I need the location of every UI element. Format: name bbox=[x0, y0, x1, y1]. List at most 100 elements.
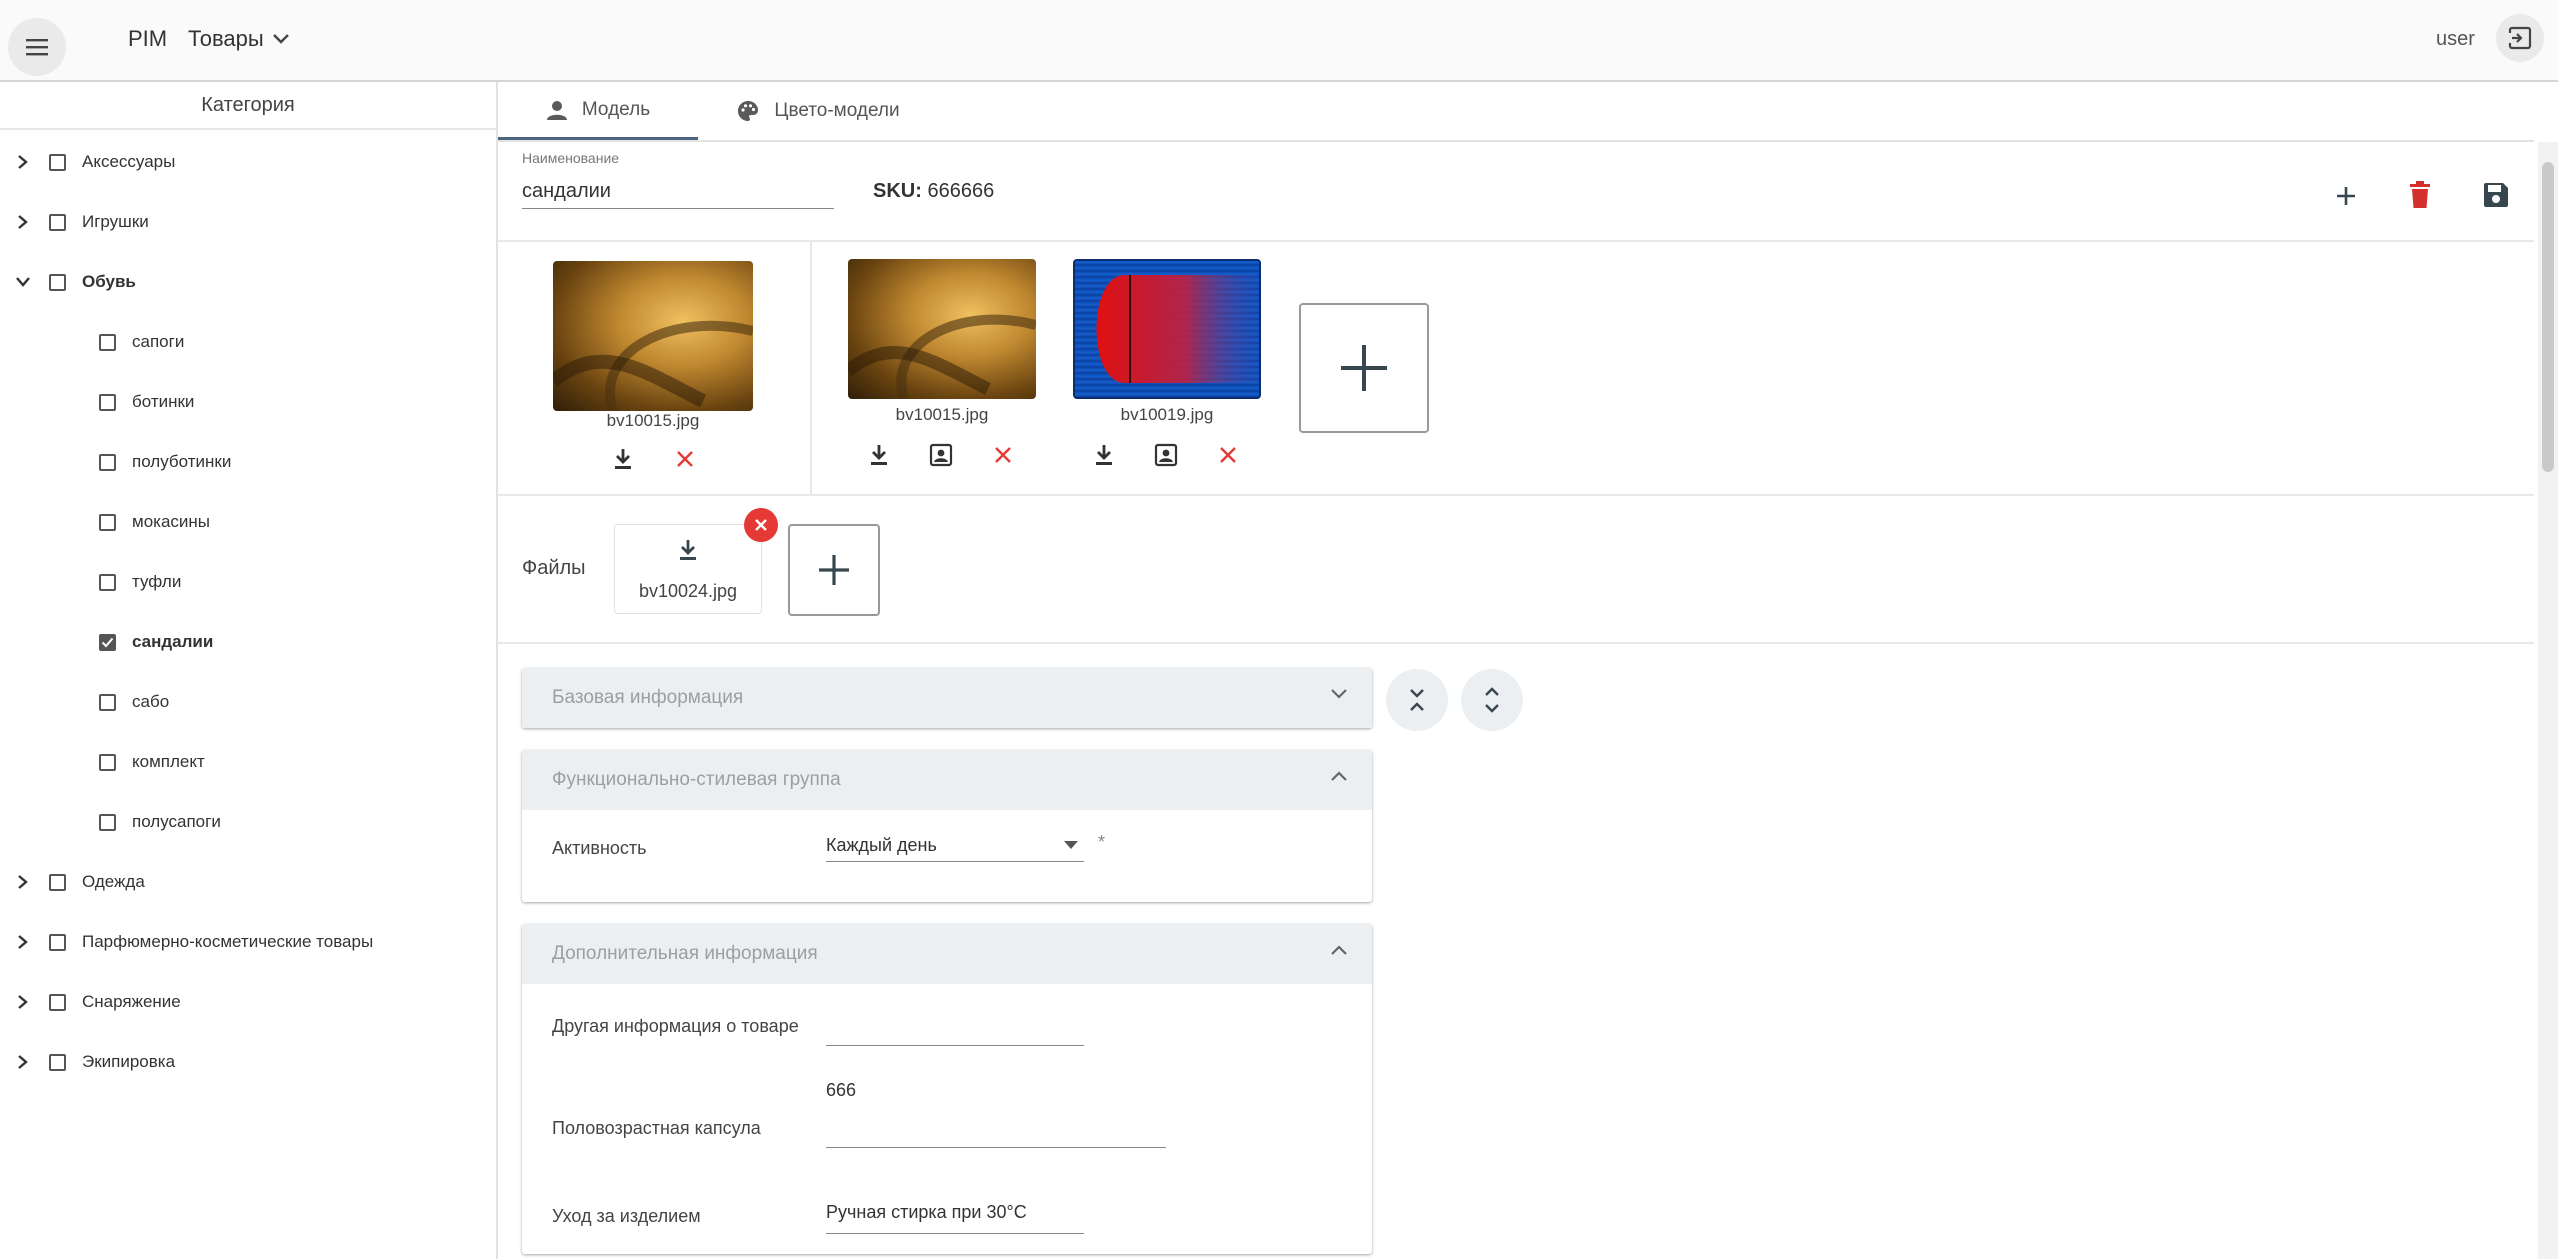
scrollbar[interactable] bbox=[2538, 142, 2558, 1259]
care-instructions-input[interactable]: Ручная стирка при 30°C bbox=[826, 1202, 1084, 1234]
main-image-filename: bv10015.jpg bbox=[606, 411, 700, 430]
gallery-image-set-main-button[interactable] bbox=[1151, 440, 1181, 470]
app-brand[interactable]: PIM bbox=[128, 26, 167, 52]
person-icon bbox=[546, 99, 568, 121]
logout-button[interactable] bbox=[2496, 14, 2544, 62]
category-item[interactable]: Обувь bbox=[0, 252, 494, 312]
main-image-download-button[interactable] bbox=[608, 444, 638, 474]
save-button[interactable] bbox=[2472, 172, 2520, 218]
chevron-down-icon[interactable] bbox=[12, 271, 34, 293]
chevron-right-icon[interactable] bbox=[12, 991, 34, 1013]
category-checkbox[interactable] bbox=[99, 753, 116, 771]
category-label: комплект bbox=[132, 752, 205, 771]
sku-value: 666666 bbox=[927, 180, 995, 202]
plus-icon bbox=[1339, 343, 1389, 393]
check-icon bbox=[101, 637, 114, 647]
download-icon bbox=[613, 448, 633, 470]
panel-basic-info-header[interactable]: Базовая информация bbox=[522, 668, 1372, 728]
category-item[interactable]: Одежда bbox=[0, 852, 494, 912]
portrait-icon bbox=[1154, 443, 1178, 467]
category-checkbox[interactable] bbox=[49, 153, 66, 171]
category-checkbox[interactable] bbox=[99, 573, 116, 591]
top-app-bar: PIM Товары user bbox=[0, 0, 2558, 82]
category-item[interactable]: Аксессуары bbox=[0, 132, 494, 192]
add-image-button[interactable] bbox=[1299, 303, 1429, 433]
category-label: Экипировка bbox=[82, 1052, 176, 1071]
section-dropdown[interactable]: Товары bbox=[188, 26, 290, 52]
gallery-image-download-button[interactable] bbox=[1089, 440, 1119, 470]
other-info-input[interactable] bbox=[826, 1014, 1084, 1046]
category-label: полуботинки bbox=[132, 452, 232, 471]
category-label: Аксессуары bbox=[82, 152, 176, 171]
category-checkbox[interactable] bbox=[99, 333, 116, 351]
gallery-image-set-main-button[interactable] bbox=[926, 440, 956, 470]
chevron-right-icon[interactable] bbox=[12, 1051, 34, 1073]
save-icon bbox=[2482, 181, 2510, 209]
file-card[interactable]: bv10024.jpg bbox=[614, 524, 762, 614]
category-label: сандалии bbox=[132, 632, 214, 651]
gallery-image-remove-button[interactable] bbox=[988, 440, 1018, 470]
menu-button[interactable] bbox=[8, 18, 66, 76]
category-checkbox[interactable] bbox=[49, 993, 66, 1011]
category-checkbox[interactable] bbox=[99, 813, 116, 831]
category-checkbox[interactable] bbox=[49, 273, 66, 291]
category-item[interactable]: полуботинки bbox=[0, 432, 494, 492]
chevron-right-icon[interactable] bbox=[12, 151, 34, 173]
add-file-button[interactable] bbox=[788, 524, 880, 616]
name-input[interactable] bbox=[522, 174, 834, 209]
chevron-up-icon bbox=[1330, 770, 1348, 782]
main-image-thumbnail[interactable] bbox=[553, 261, 753, 411]
category-item[interactable]: сабо bbox=[0, 672, 494, 732]
gallery-image-thumbnail[interactable] bbox=[1073, 259, 1261, 399]
gallery-image-thumbnail[interactable] bbox=[848, 259, 1036, 399]
category-item[interactable]: Парфюмерно-косметические товары bbox=[0, 912, 494, 972]
category-item[interactable]: сапоги bbox=[0, 312, 494, 372]
main-image-remove-button[interactable] bbox=[670, 444, 700, 474]
category-checkbox[interactable] bbox=[99, 513, 116, 531]
category-checkbox[interactable] bbox=[99, 693, 116, 711]
delete-button[interactable] bbox=[2398, 172, 2442, 218]
category-item[interactable]: сандалии bbox=[0, 612, 494, 672]
category-item[interactable]: Игрушки bbox=[0, 192, 494, 252]
chevron-right-icon[interactable] bbox=[12, 931, 34, 953]
chevron-right-icon[interactable] bbox=[12, 871, 34, 893]
category-checkbox[interactable] bbox=[49, 873, 66, 891]
other-info-label: Другая информация о товаре bbox=[552, 1016, 799, 1036]
logout-icon bbox=[2507, 25, 2533, 51]
add-button[interactable] bbox=[2324, 174, 2368, 218]
category-checkbox[interactable] bbox=[49, 933, 66, 951]
category-checkbox[interactable] bbox=[49, 213, 66, 231]
file-download-button[interactable] bbox=[673, 535, 703, 565]
category-item[interactable]: мокасины bbox=[0, 492, 494, 552]
category-item[interactable]: Снаряжение bbox=[0, 972, 494, 1032]
sku-label: SKU: bbox=[873, 180, 922, 202]
activity-label: Активность bbox=[552, 838, 647, 858]
portrait-icon bbox=[929, 443, 953, 467]
tab-color-models[interactable]: Цвето-модели bbox=[718, 82, 918, 140]
scrollbar-thumb[interactable] bbox=[2542, 162, 2554, 472]
category-checkbox[interactable] bbox=[99, 633, 116, 651]
file-remove-button[interactable] bbox=[744, 508, 778, 542]
required-mark: * bbox=[1098, 832, 1106, 852]
plus-icon bbox=[817, 553, 851, 587]
collapse-all-button[interactable] bbox=[1386, 669, 1448, 731]
activity-select[interactable]: Каждый день bbox=[826, 830, 1084, 862]
category-item[interactable]: Экипировка bbox=[0, 1032, 494, 1092]
category-checkbox[interactable] bbox=[99, 453, 116, 471]
expand-all-button[interactable] bbox=[1461, 669, 1523, 731]
tab-model[interactable]: Модель bbox=[498, 82, 698, 140]
category-item[interactable]: полусапоги bbox=[0, 792, 494, 852]
palette-icon bbox=[736, 99, 760, 123]
panel-additional-info-header[interactable]: Дополнительная информация bbox=[522, 924, 1372, 984]
gender-age-capsule-textarea[interactable]: 666 bbox=[826, 1080, 1166, 1148]
category-checkbox[interactable] bbox=[49, 1053, 66, 1071]
category-checkbox[interactable] bbox=[99, 393, 116, 411]
category-item[interactable]: комплект bbox=[0, 732, 494, 792]
chevron-right-icon[interactable] bbox=[12, 211, 34, 233]
panel-functional-group-header[interactable]: Функционально-стилевая группа bbox=[522, 750, 1372, 810]
tab-model-label: Модель bbox=[581, 98, 651, 120]
category-item[interactable]: ботинки bbox=[0, 372, 494, 432]
gallery-image-download-button[interactable] bbox=[864, 440, 894, 470]
gallery-image-remove-button[interactable] bbox=[1213, 440, 1243, 470]
category-item[interactable]: туфли bbox=[0, 552, 494, 612]
